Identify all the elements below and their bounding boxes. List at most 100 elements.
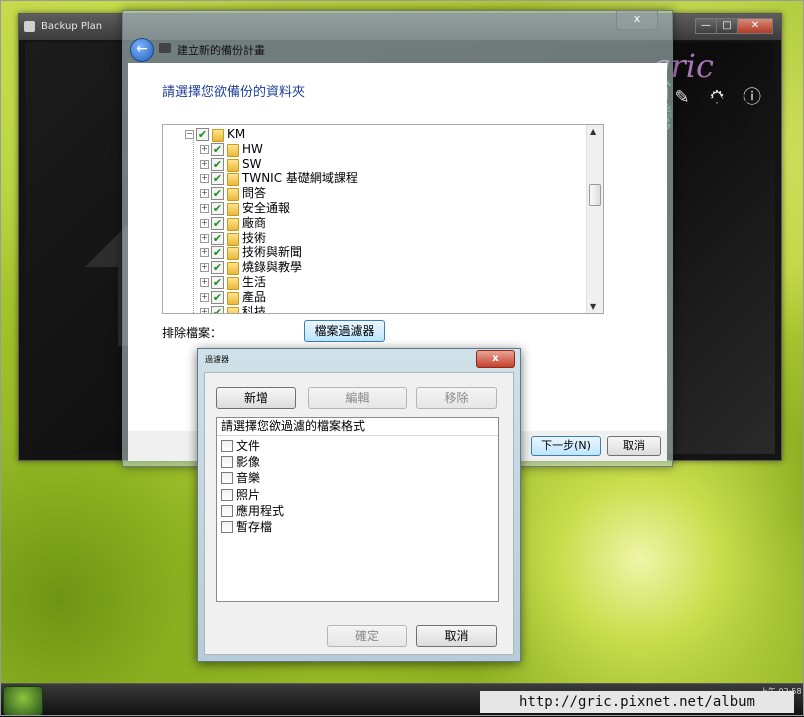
page-heading: 請選擇您欲備份的資料夾 — [162, 85, 306, 100]
folder-checkbox[interactable]: ✔ — [211, 246, 224, 260]
back-arrow-icon[interactable]: ← — [130, 38, 154, 62]
file-format-list: 請選擇您欲過濾的檔案格式 文件 影像 音樂 照片 應用程式 暫存檔 — [216, 417, 499, 602]
tree-item-label: 產品 — [242, 289, 267, 304]
watermark-bear: 熊 — [697, 88, 750, 148]
tree-folder-item[interactable]: + ✔ SW — [163, 157, 587, 172]
tree-item-label: KM — [227, 127, 246, 141]
expand-icon[interactable]: + — [200, 292, 209, 302]
expand-icon[interactable]: + — [200, 204, 209, 213]
expand-icon[interactable]: + — [200, 159, 209, 169]
next-button[interactable]: 下一步(N) — [531, 436, 601, 456]
expand-icon[interactable]: + — [200, 233, 209, 243]
filter-dialog-close-button[interactable]: x — [476, 350, 515, 368]
backup-plan-title: Backup Plan — [41, 21, 103, 32]
scroll-down-icon[interactable]: ▼ — [590, 302, 596, 311]
tree-scrollbar[interactable]: ▲ ▼ — [586, 125, 603, 313]
tree-folder-item[interactable]: + ✔ 問答 — [163, 186, 587, 202]
ok-button[interactable]: 確定 — [327, 625, 407, 647]
tree-folder-item[interactable]: + ✔ 安全通報 — [163, 201, 587, 216]
expand-icon[interactable]: + — [200, 307, 209, 313]
file-format-checkbox[interactable] — [221, 472, 233, 485]
file-format-label: 應用程式 — [236, 503, 285, 518]
remove-button[interactable]: 移除 — [416, 387, 497, 409]
tree-item-label: 問答 — [242, 186, 267, 201]
folder-icon — [227, 217, 239, 231]
close-button[interactable]: ✕ — [737, 18, 773, 34]
expand-icon[interactable]: + — [200, 189, 209, 199]
tree-item-label: SW — [242, 156, 262, 171]
expand-icon[interactable]: + — [200, 263, 209, 273]
folder-checkbox[interactable]: ✔ — [211, 261, 224, 275]
edit-button[interactable]: 編輯 — [308, 387, 407, 409]
folder-checkbox[interactable]: ✔ — [196, 128, 209, 141]
folder-icon — [212, 129, 224, 142]
tree-item-label: 安全通報 — [242, 201, 291, 215]
cancel-button[interactable]: 取消 — [607, 436, 661, 456]
folder-checkbox[interactable]: ✔ — [211, 305, 224, 313]
file-format-label: 文件 — [236, 439, 261, 453]
folder-icon — [227, 247, 239, 261]
file-format-checkbox[interactable] — [221, 504, 233, 517]
tree-item-label: TWNIC 基礎網域課程 — [242, 171, 358, 186]
tree-item-label: 燒錄與教學 — [242, 260, 303, 275]
tree-folder-item[interactable]: + ✔ 燒錄與教學 — [163, 260, 587, 276]
start-button[interactable] — [3, 686, 43, 716]
add-button[interactable]: 新增 — [216, 387, 296, 409]
file-format-checkbox[interactable] — [221, 440, 233, 452]
folder-checkbox[interactable]: ✔ — [211, 142, 224, 156]
expand-icon[interactable]: + — [200, 144, 209, 154]
folder-icon — [227, 143, 239, 157]
expand-icon[interactable]: + — [200, 174, 209, 184]
folder-checkbox[interactable]: ✔ — [211, 157, 224, 171]
tree-folder-item[interactable]: + ✔ 科技 — [163, 305, 587, 313]
file-format-checkbox[interactable] — [221, 456, 233, 469]
folder-icon — [227, 203, 239, 216]
minimize-button[interactable]: — — [695, 18, 717, 34]
tree-folder-item[interactable]: + ✔ 廠商 — [163, 216, 587, 231]
filter-dialog-title: 過濾器 — [205, 355, 229, 364]
folder-plan-icon — [159, 43, 171, 53]
scroll-thumb[interactable] — [589, 184, 601, 206]
expand-icon[interactable]: + — [200, 278, 209, 287]
file-filter-button[interactable]: 檔案過濾器 — [304, 320, 385, 342]
filter-cancel-button[interactable]: 取消 — [416, 625, 497, 647]
expand-icon[interactable]: + — [200, 218, 209, 228]
tree-folder-item[interactable]: + ✔ 技術 — [163, 231, 587, 246]
expand-icon[interactable]: + — [200, 248, 209, 258]
collapse-icon[interactable]: − — [185, 130, 194, 139]
footer-url: http://gric.pixnet.net/album — [480, 691, 794, 713]
tree-folder-item[interactable]: + ✔ 生活 — [163, 275, 587, 290]
folder-tree[interactable]: − ✔ KM + ✔ HW + ✔ SW + ✔ TWNIC 基礎網域課程 + ✔ 問答 + ✔ 安全通報 + ✔ 廠商… — [162, 124, 604, 314]
scroll-up-icon[interactable]: ▲ — [590, 127, 596, 136]
folder-checkbox[interactable]: ✔ — [211, 290, 224, 304]
folder-checkbox[interactable]: ✔ — [211, 231, 224, 245]
folder-checkbox[interactable]: ✔ — [211, 187, 224, 201]
file-format-label: 照片 — [236, 487, 261, 502]
folder-icon — [227, 158, 239, 172]
tree-folder-item[interactable]: + ✔ HW — [163, 142, 587, 157]
tree-folder-item[interactable]: + ✔ TWNIC 基礎網域課程 — [163, 171, 587, 187]
file-format-checkbox[interactable] — [221, 488, 233, 501]
tree-item-label: 廠商 — [242, 215, 267, 230]
wizard-close-button[interactable]: x — [616, 11, 658, 30]
tree-folder-item[interactable]: + ✔ 技術與新聞 — [163, 245, 587, 261]
folder-tree-rows: − ✔ KM + ✔ HW + ✔ SW + ✔ TWNIC 基礎網域課程 + ✔ 問答 + ✔ 安全通報 + ✔ 廠商… — [163, 125, 587, 313]
filter-dialog-body: 新增 編輯 移除 請選擇您欲過濾的檔案格式 文件 影像 音樂 照片 應用程式 暫存檔 確定… — [204, 372, 514, 655]
exclude-files-label: 排除檔案： — [162, 326, 223, 340]
wizard-nav-bar: ← 建立新的備份計畫 — [127, 35, 668, 63]
tree-root-item[interactable]: − ✔ KM — [163, 127, 587, 142]
filter-dialog: 過濾器 x 新增 編輯 移除 請選擇您欲過濾的檔案格式 文件 影像 音樂 照片 應用程式… — [197, 348, 521, 662]
tree-item-label: 生活 — [242, 275, 267, 289]
folder-icon — [227, 262, 239, 276]
folder-icon — [227, 188, 239, 202]
folder-checkbox[interactable]: ✔ — [211, 216, 224, 230]
folder-checkbox[interactable]: ✔ — [211, 202, 224, 215]
folder-icon — [227, 232, 239, 246]
folder-checkbox[interactable]: ✔ — [211, 172, 224, 186]
maximize-button[interactable]: □ — [716, 18, 738, 34]
folder-checkbox[interactable]: ✔ — [211, 276, 224, 289]
tree-folder-item[interactable]: + ✔ 產品 — [163, 290, 587, 305]
file-format-checkbox[interactable] — [221, 521, 233, 533]
file-format-label: 音樂 — [236, 471, 261, 486]
folder-icon — [227, 277, 239, 290]
